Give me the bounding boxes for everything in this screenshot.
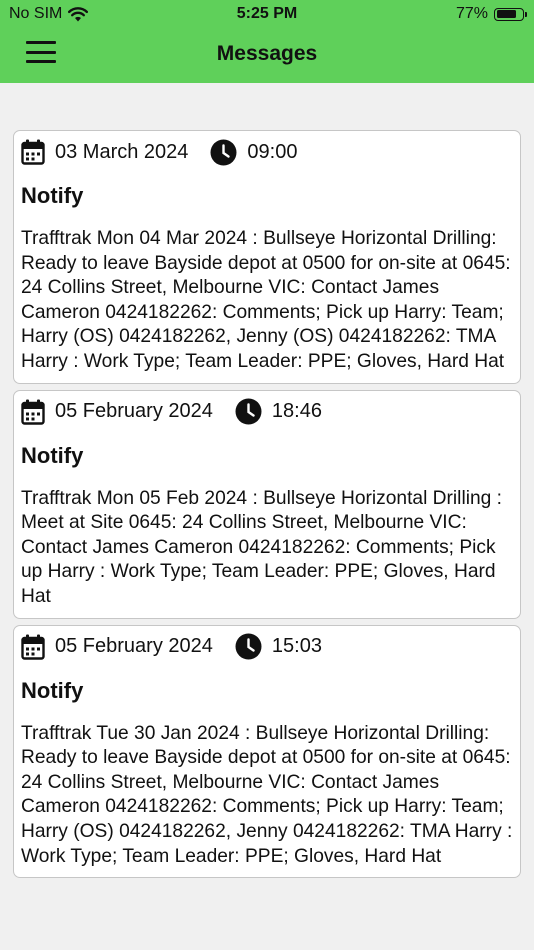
message-title: Notify [21, 183, 84, 208]
calendar-icon [21, 634, 45, 660]
message-title: Notify [21, 442, 84, 468]
calendar-icon [21, 139, 45, 165]
clock-icon [235, 398, 262, 425]
message-date: 05 February 2024 [55, 400, 213, 423]
message-list: 03 March 2024 09:00 Notify Trafftrak Mon… [13, 130, 521, 884]
message-time: 15:03 [271, 635, 322, 658]
message-card[interactable]: 03 March 2024 09:00 Notify Trafftrak Mon… [13, 130, 521, 384]
app-header: No SIM 5:25 PM 77% Messages [0, 0, 534, 83]
clock-icon [235, 633, 262, 660]
message-meta: 05 February 2024 15:03 [21, 633, 513, 661]
battery-percent: 77% [455, 5, 488, 22]
status-right: 77% [455, 5, 527, 23]
message-meta: 03 March 2024 09:00 [21, 138, 513, 166]
battery-level [496, 10, 516, 18]
message-card[interactable]: 05 February 2024 18:46 Notify Trafftrak … [13, 389, 521, 619]
battery-icon [494, 7, 527, 21]
message-date: 03 March 2024 [55, 140, 189, 163]
status-bar: No SIM 5:25 PM 77% [0, 0, 534, 28]
status-time: 5:25 PM [236, 5, 298, 22]
message-time: 18:46 [271, 400, 322, 423]
page-title: Messages [216, 42, 318, 65]
message-meta: 05 February 2024 18:46 [21, 398, 513, 426]
message-time: 09:00 [247, 140, 298, 163]
calendar-icon [21, 399, 45, 425]
message-card[interactable]: 05 February 2024 15:03 Notify Trafftrak … [13, 624, 521, 879]
message-body: Trafftrak Mon 05 Feb 2024 : Bullseye Hor… [21, 487, 502, 607]
message-body: Trafftrak Tue 30 Jan 2024 : Bullseye Hor… [21, 722, 513, 867]
clock-icon [210, 139, 237, 165]
message-body: Trafftrak Mon 04 Mar 2024 : Bullseye Hor… [21, 228, 511, 372]
message-date: 05 February 2024 [55, 635, 213, 658]
message-title: Notify [21, 677, 84, 703]
